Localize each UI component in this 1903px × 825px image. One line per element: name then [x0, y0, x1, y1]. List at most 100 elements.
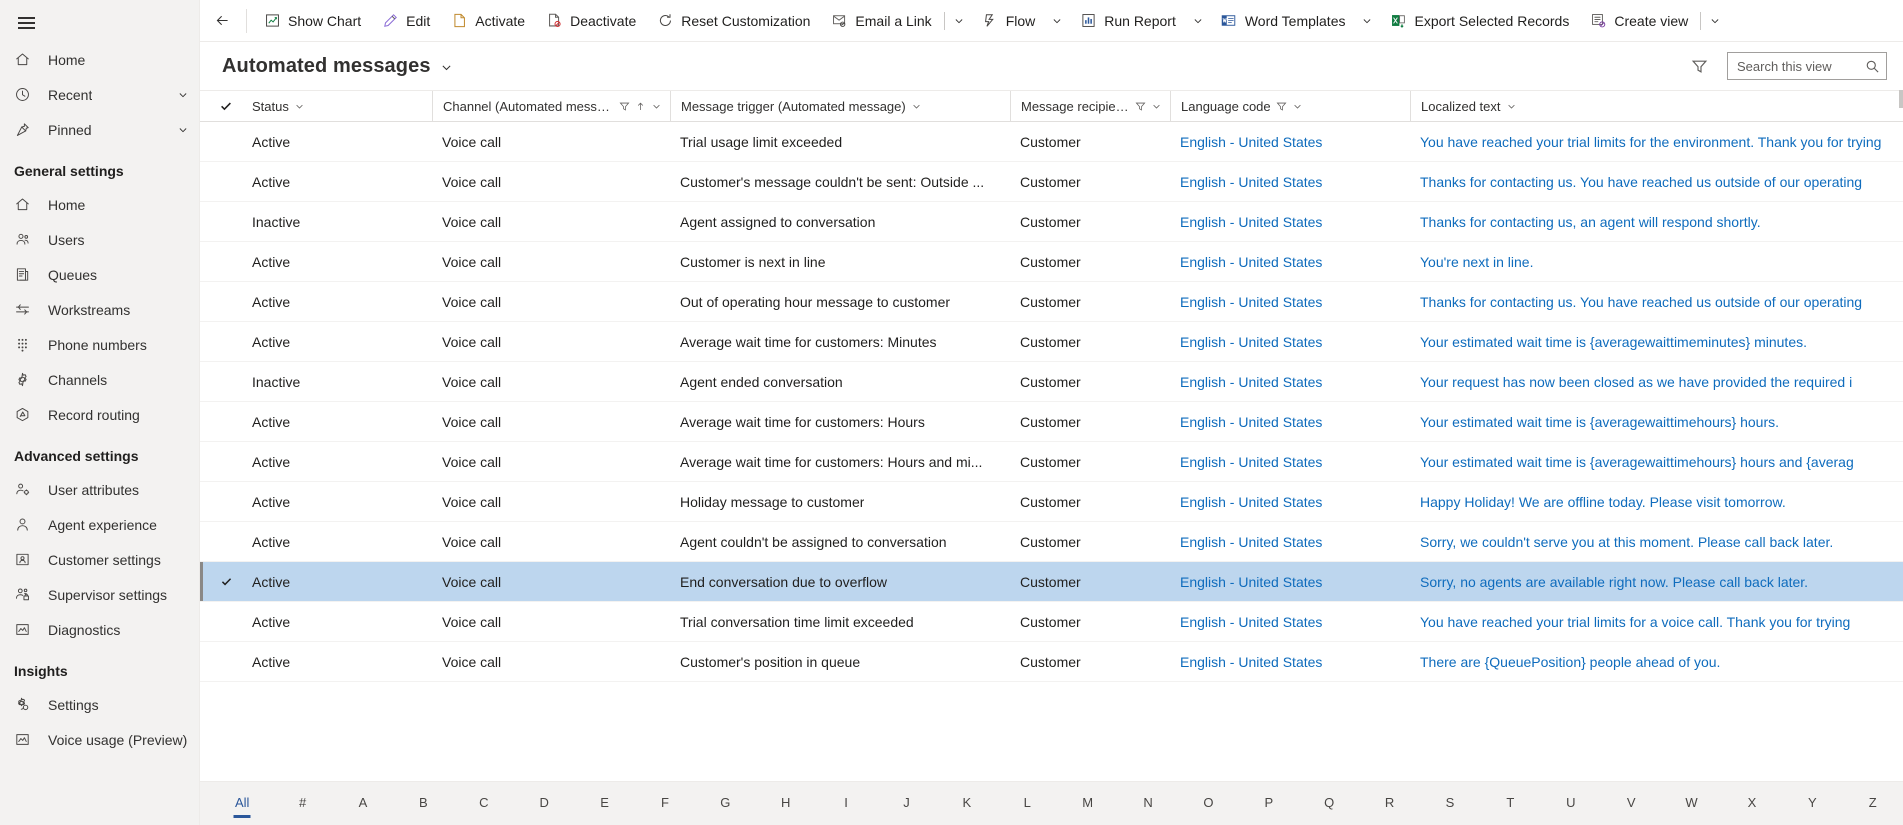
alpha-pager-item-f[interactable]: F	[635, 789, 695, 818]
cell-language-text[interactable]: English - United States	[1180, 334, 1322, 350]
alpha-pager-item-v[interactable]: V	[1601, 789, 1661, 818]
command-email-a-link-button[interactable]: Email a Link	[820, 3, 941, 39]
alpha-pager-item-e[interactable]: E	[574, 789, 634, 818]
table-row[interactable]: Active Voice call Average wait time for cu…	[200, 402, 1903, 442]
alpha-pager-item-p[interactable]: P	[1239, 789, 1299, 818]
chevron-down-icon[interactable]	[911, 101, 922, 112]
table-row[interactable]: Active Voice call Trial usage limit exceed…	[200, 122, 1903, 162]
alpha-pager-item-n[interactable]: N	[1118, 789, 1178, 818]
vertical-scrollbar[interactable]	[1899, 90, 1903, 108]
filter-icon[interactable]	[1685, 52, 1713, 80]
alpha-pager-item-t[interactable]: T	[1480, 789, 1540, 818]
chevron-down-icon[interactable]	[1045, 3, 1069, 39]
cell-language-text[interactable]: English - United States	[1180, 254, 1322, 270]
sidebar-item-home[interactable]: Home	[0, 42, 199, 77]
chevron-down-icon[interactable]	[177, 124, 189, 136]
column-header-language[interactable]: Language code	[1170, 91, 1410, 121]
row-checkbox[interactable]	[210, 242, 242, 281]
search-input[interactable]	[1737, 58, 1865, 74]
cell-language-text[interactable]: English - United States	[1180, 294, 1322, 310]
table-row[interactable]: Active Voice call Customer is next in line…	[200, 242, 1903, 282]
column-header-status[interactable]: Status	[242, 91, 432, 121]
alpha-pager-item-hash[interactable]: #	[272, 789, 332, 818]
command-show-chart-button[interactable]: Show Chart	[253, 3, 371, 39]
command-reset-customization-button[interactable]: Reset Customization	[646, 3, 820, 39]
cell-language-text[interactable]: English - United States	[1180, 174, 1322, 190]
sidebar-item-home[interactable]: Home	[0, 187, 199, 222]
chevron-down-icon[interactable]	[1292, 101, 1303, 112]
sidebar-item-diagnostics[interactable]: Diagnostics	[0, 612, 199, 647]
alpha-pager-item-all[interactable]: All	[212, 789, 272, 818]
row-checkbox[interactable]	[210, 202, 242, 241]
chevron-down-icon[interactable]	[440, 61, 453, 74]
row-checkbox[interactable]	[210, 482, 242, 521]
cell-language-text[interactable]: English - United States	[1180, 134, 1322, 150]
sidebar-item-users[interactable]: Users	[0, 222, 199, 257]
column-header-localized[interactable]: Localized text	[1410, 91, 1903, 121]
command-export-selected-records-button[interactable]: Export Selected Records	[1379, 3, 1579, 39]
table-row[interactable]: Active Voice call Average wait time for cu…	[200, 322, 1903, 362]
cell-language-text[interactable]: English - United States	[1180, 534, 1322, 550]
chevron-down-icon[interactable]	[1355, 3, 1379, 39]
alpha-pager-item-m[interactable]: M	[1057, 789, 1117, 818]
alpha-pager-item-a[interactable]: A	[333, 789, 393, 818]
sidebar-item-workstreams[interactable]: Workstreams	[0, 292, 199, 327]
row-checkbox[interactable]	[210, 602, 242, 641]
table-row[interactable]: Inactive Voice call Agent assigned to conv…	[200, 202, 1903, 242]
page-title-wrap[interactable]: Automated messages	[222, 55, 453, 78]
row-checkbox[interactable]	[210, 162, 242, 201]
row-checkbox[interactable]	[210, 322, 242, 361]
sidebar-item-recent[interactable]: Recent	[0, 77, 199, 112]
chevron-down-icon[interactable]	[294, 101, 305, 112]
alpha-pager-item-l[interactable]: L	[997, 789, 1057, 818]
row-checkbox[interactable]	[210, 282, 242, 321]
command-run-report-button[interactable]: Run Report	[1069, 3, 1186, 39]
column-header-trigger[interactable]: Message trigger (Automated message)	[670, 91, 1010, 121]
cell-language-text[interactable]: English - United States	[1180, 414, 1322, 430]
search-box[interactable]	[1727, 52, 1887, 80]
alpha-pager-item-d[interactable]: D	[514, 789, 574, 818]
chevron-down-icon[interactable]	[1506, 101, 1517, 112]
row-checkbox[interactable]	[210, 362, 242, 401]
sidebar-item-queues[interactable]: Queues	[0, 257, 199, 292]
hamburger-menu-button[interactable]	[4, 4, 48, 42]
sidebar-item-agent-experience[interactable]: Agent experience	[0, 507, 199, 542]
cell-language-text[interactable]: English - United States	[1180, 494, 1322, 510]
alpha-pager-item-q[interactable]: Q	[1299, 789, 1359, 818]
row-checkbox[interactable]	[210, 522, 242, 561]
sidebar-item-customer-settings[interactable]: Customer settings	[0, 542, 199, 577]
cell-language-text[interactable]: English - United States	[1180, 574, 1322, 590]
command-deactivate-button[interactable]: Deactivate	[535, 3, 646, 39]
alpha-pager-item-g[interactable]: G	[695, 789, 755, 818]
alpha-pager-item-h[interactable]: H	[756, 789, 816, 818]
sidebar-item-pinned[interactable]: Pinned	[0, 112, 199, 147]
cell-language-text[interactable]: English - United States	[1180, 454, 1322, 470]
command-activate-button[interactable]: Activate	[440, 3, 535, 39]
command-word-templates-button[interactable]: Word Templates	[1210, 3, 1356, 39]
sidebar-item-phone-numbers[interactable]: Phone numbers	[0, 327, 199, 362]
cell-language-text[interactable]: English - United States	[1180, 614, 1322, 630]
table-row[interactable]: Inactive Voice call Agent ended conversati…	[200, 362, 1903, 402]
filter-icon[interactable]	[1276, 101, 1287, 112]
table-row[interactable]: Active Voice call Holiday message to custo…	[200, 482, 1903, 522]
chevron-down-icon[interactable]	[1151, 101, 1162, 112]
command-flow-button[interactable]: Flow	[971, 3, 1046, 39]
table-row[interactable]: Active Voice call Average wait time for cu…	[200, 442, 1903, 482]
chevron-down-icon[interactable]	[947, 3, 971, 39]
alpha-pager-item-y[interactable]: Y	[1782, 789, 1842, 818]
alpha-pager-item-z[interactable]: Z	[1843, 789, 1903, 818]
sidebar-item-settings[interactable]: Settings	[0, 687, 199, 722]
command-edit-button[interactable]: Edit	[371, 3, 440, 39]
chevron-down-icon[interactable]	[177, 89, 189, 101]
cell-language-text[interactable]: English - United States	[1180, 374, 1322, 390]
table-row[interactable]: Active Voice call End conversation due to …	[200, 562, 1903, 602]
alpha-pager-item-k[interactable]: K	[937, 789, 997, 818]
alpha-pager-item-o[interactable]: O	[1178, 789, 1238, 818]
row-checkbox[interactable]	[210, 642, 242, 681]
row-checkbox[interactable]	[210, 122, 242, 161]
alpha-pager-item-x[interactable]: X	[1722, 789, 1782, 818]
chevron-down-icon[interactable]	[1703, 3, 1727, 39]
alpha-pager-item-j[interactable]: J	[876, 789, 936, 818]
chevron-down-icon[interactable]	[651, 101, 662, 112]
select-all-checkbox[interactable]	[210, 91, 242, 121]
